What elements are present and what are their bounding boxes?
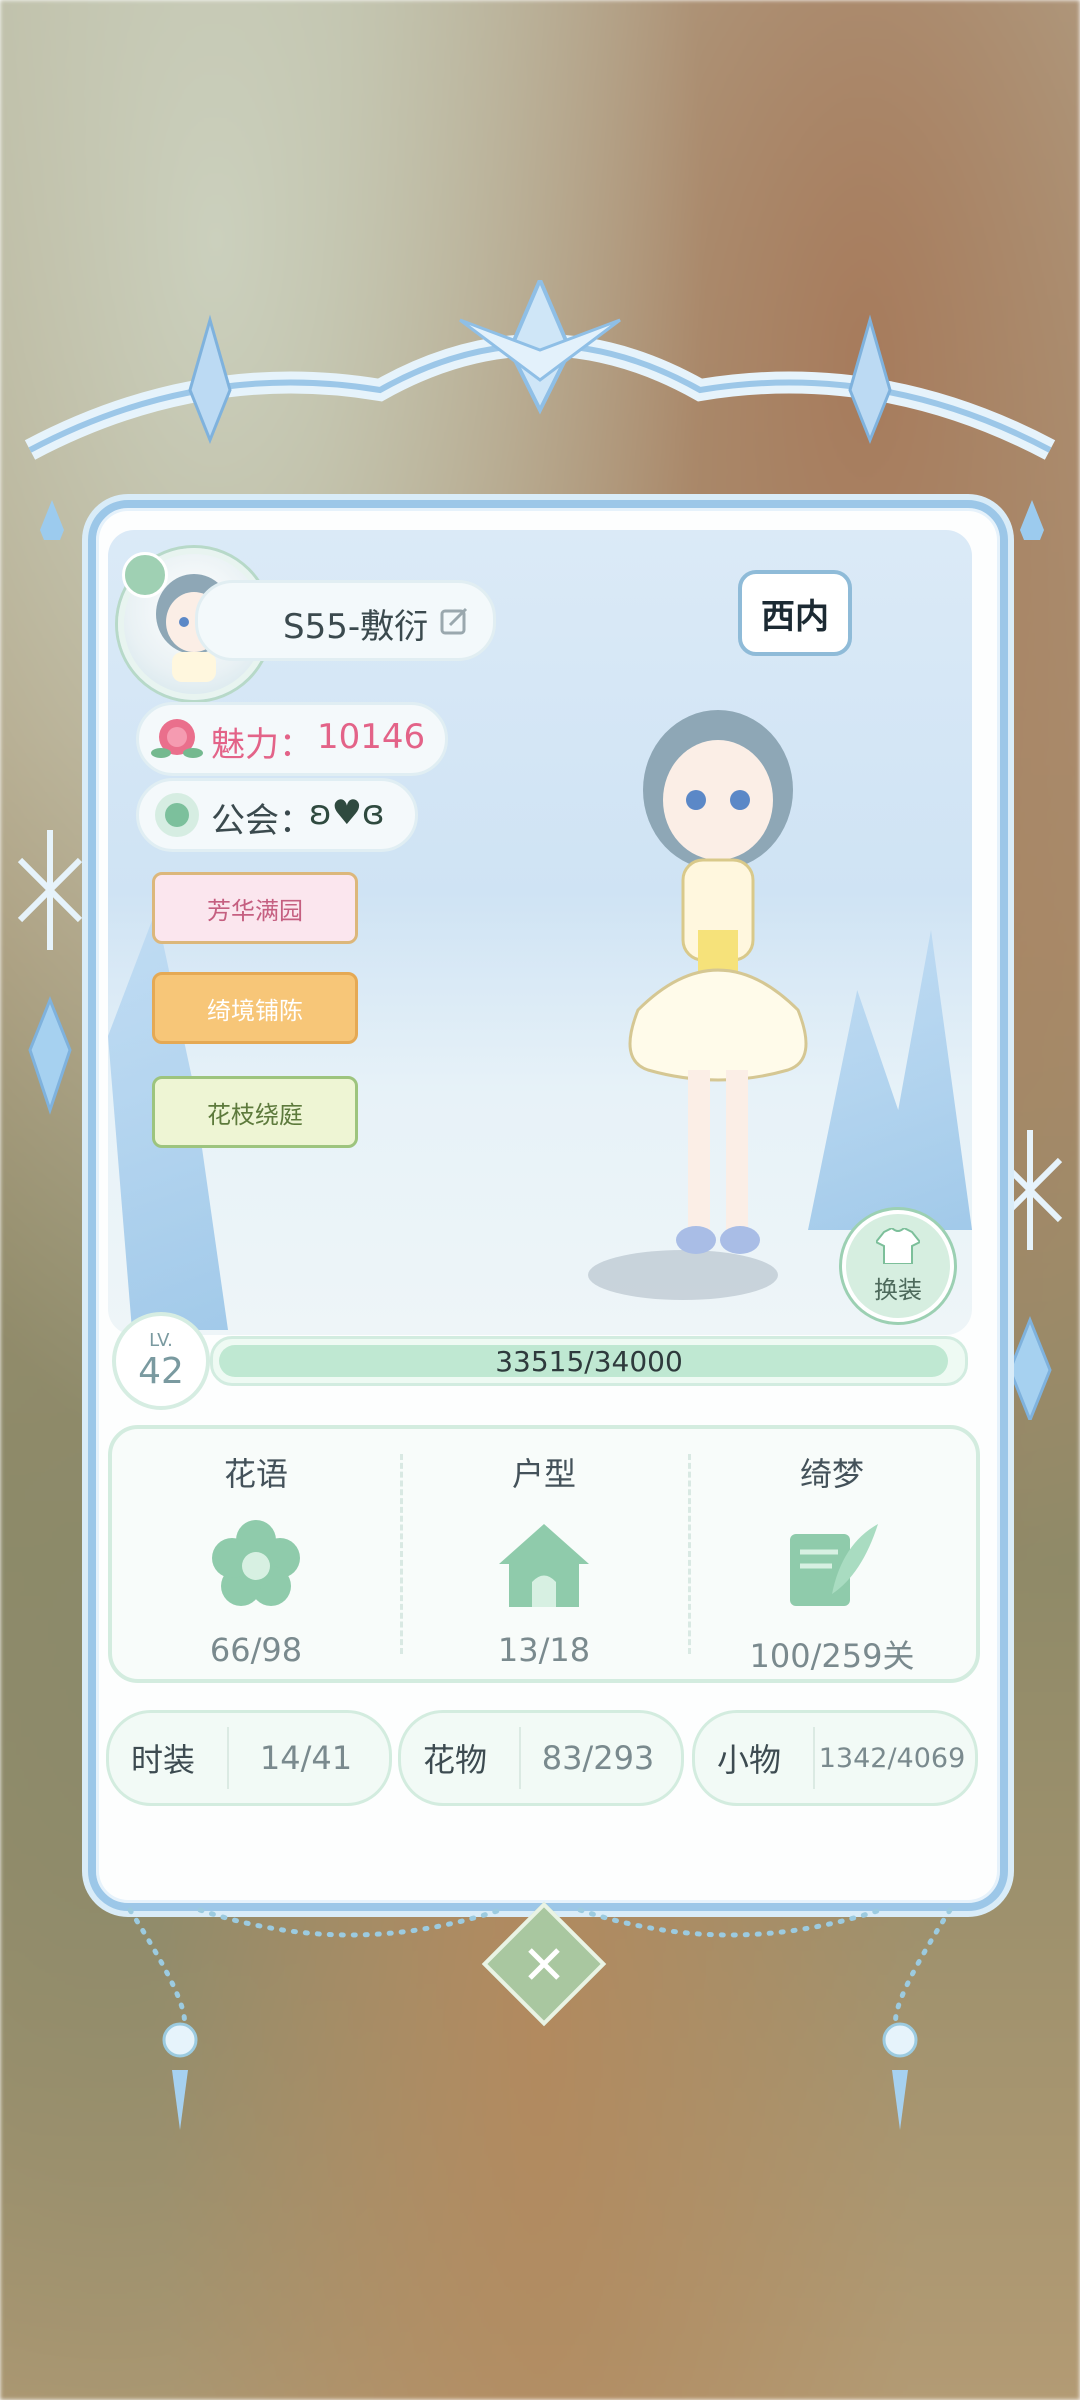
collection-small-items[interactable]: 小物 1342/4069 (692, 1710, 978, 1806)
title-tag-1-label: 芳华满园 (207, 896, 303, 925)
collection-fashion[interactable]: 时装 14/41 (106, 1710, 392, 1806)
change-outfit-label: 换装 (874, 1276, 922, 1304)
stat-value: 13/18 (497, 1631, 591, 1669)
title-tag-3-label: 花枝绕庭 (207, 1100, 303, 1129)
charm-value: 10146 (317, 717, 426, 757)
stat-label: 花语 (223, 1455, 288, 1493)
collection-label: 花物 (423, 1741, 488, 1779)
name-chip[interactable]: S55-敷衍 (195, 580, 496, 661)
charm-label: 魅力： (211, 725, 313, 765)
house-icon (489, 1509, 599, 1619)
guild-label: 公会： (211, 801, 313, 841)
stats-panel: 花语 66/98 户型 13/18 绮梦 100/259关 (108, 1425, 980, 1683)
collection-label: 小物 (717, 1741, 782, 1779)
stat-flower-language[interactable]: 花语 66/98 (112, 1429, 400, 1679)
pill-separator (519, 1727, 521, 1789)
title-tag-2[interactable]: 绮境铺陈 (152, 972, 358, 1044)
stat-dream[interactable]: 绮梦 100/259关 (688, 1429, 976, 1679)
xp-text: 33515/34000 (495, 1344, 683, 1378)
guild-pill[interactable]: 公会： ʚ♥ɞ (136, 778, 418, 852)
level-badge: LV. 42 (112, 1312, 210, 1410)
title-tag-1[interactable]: 芳华满园 (152, 872, 358, 944)
guild-value: ʚ♥ɞ (309, 793, 385, 833)
change-outfit-button[interactable]: 换装 (842, 1210, 954, 1322)
stat-label: 户型 (511, 1455, 576, 1493)
xp-bar: 33515/34000 (210, 1336, 968, 1386)
guild-icon (155, 793, 199, 837)
stat-value: 66/98 (209, 1631, 303, 1669)
player-name: S55-敷衍 (283, 607, 429, 647)
pill-separator (813, 1727, 815, 1789)
rose-icon (151, 719, 203, 758)
title-tag-2-label: 绮境铺陈 (207, 996, 303, 1025)
stat-label: 绮梦 (799, 1455, 864, 1493)
collection-flora[interactable]: 花物 83/293 (398, 1710, 684, 1806)
close-icon (528, 1948, 560, 1980)
level-prefix: LV. (149, 1330, 173, 1351)
collection-value: 83/293 (541, 1739, 655, 1777)
level-value: 42 (138, 1351, 184, 1392)
collection-value: 14/41 (259, 1739, 353, 1777)
shirt-icon (876, 1228, 920, 1264)
letter-quill-icon (777, 1509, 887, 1619)
pill-separator (227, 1727, 229, 1789)
edit-icon[interactable] (438, 605, 470, 637)
collection-value: 1342/4069 (818, 1742, 966, 1774)
avatar-badge-icon (122, 552, 168, 598)
charm-pill: 魅力： 10146 (136, 702, 448, 776)
collection-label: 时装 (131, 1741, 196, 1779)
character-figure (628, 710, 808, 1254)
stat-house-type[interactable]: 户型 13/18 (400, 1429, 688, 1679)
region-bubble: 西内 (738, 570, 852, 656)
stat-value: 100/259关 (749, 1637, 915, 1675)
flower-icon (201, 1509, 311, 1619)
left-snowflake-ornament (17, 830, 83, 1115)
title-tag-3[interactable]: 花枝绕庭 (152, 1076, 358, 1148)
